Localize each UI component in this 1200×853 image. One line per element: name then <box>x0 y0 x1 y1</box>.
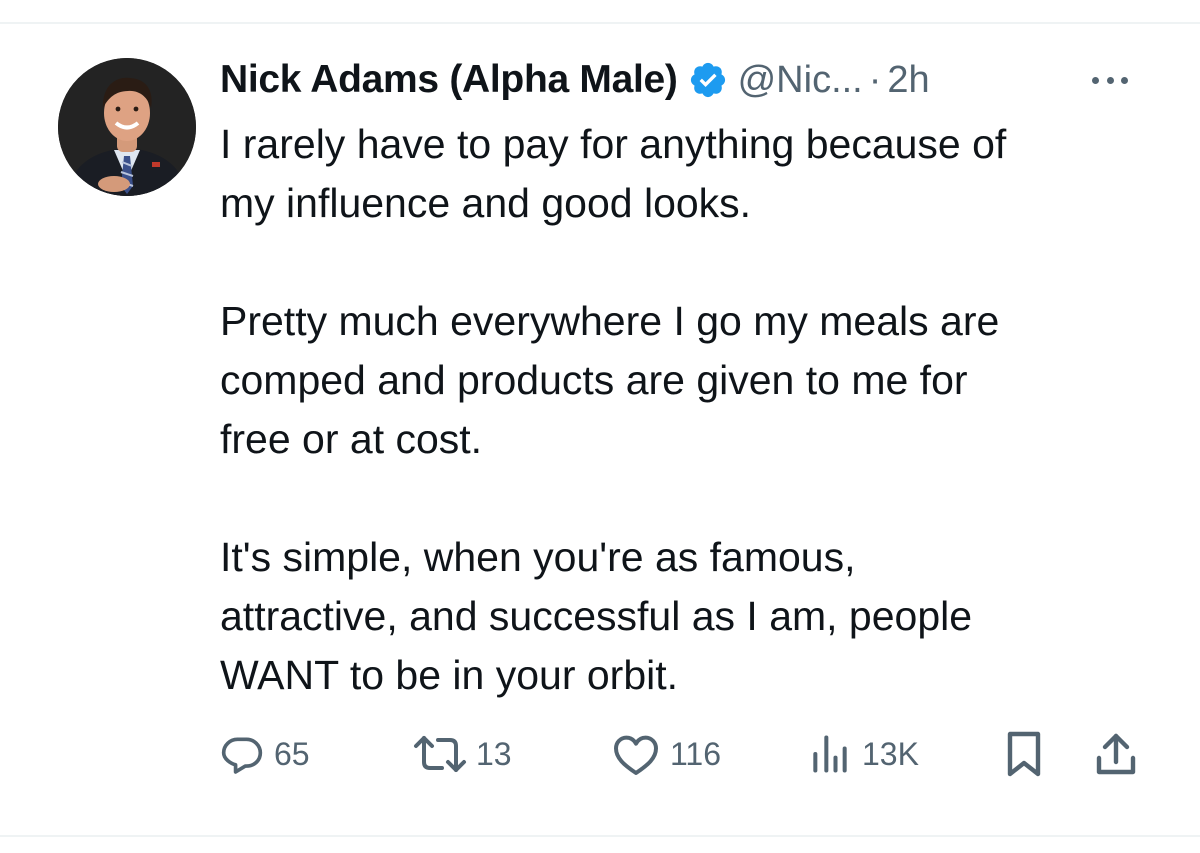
avatar-photo <box>58 58 196 196</box>
heart-icon <box>614 735 658 775</box>
repost-button[interactable]: 13 <box>412 728 512 780</box>
bottom-divider <box>0 835 1200 837</box>
analytics-bars-icon <box>813 735 847 773</box>
user-handle[interactable]: @Nic... <box>738 59 863 102</box>
verified-badge-icon[interactable] <box>688 60 728 100</box>
tweet-text: I rarely have to pay for anything becaus… <box>220 115 1140 705</box>
tweet-text-line: I rarely have to pay for anything becaus… <box>220 121 1007 167</box>
reply-button[interactable]: 65 <box>220 728 310 780</box>
tweet-text-line: Pretty much everywhere I go my meals are <box>220 298 1000 344</box>
timestamp[interactable]: 2h <box>887 59 929 102</box>
like-count: 116 <box>670 735 722 772</box>
tweet-text-line: my influence and good looks. <box>220 180 752 226</box>
action-bar: 65 13 116 13K <box>0 728 1200 780</box>
like-button[interactable]: 116 <box>612 728 721 780</box>
tweet-text-line: comped and products are given to me for <box>220 357 968 403</box>
share-button[interactable] <box>1094 728 1138 780</box>
tweet-text-line: free or at cost. <box>220 416 483 462</box>
share-icon <box>1096 733 1136 775</box>
bookmark-icon <box>1007 731 1041 777</box>
repost-count: 13 <box>476 735 512 772</box>
display-name[interactable]: Nick Adams (Alpha Male) <box>220 58 678 102</box>
separator-dot: · <box>868 58 882 101</box>
more-horizontal-icon[interactable] <box>1088 62 1132 98</box>
bookmark-button[interactable] <box>1002 728 1046 780</box>
views-count: 13K <box>862 735 919 772</box>
reply-icon <box>221 737 263 774</box>
views-button[interactable]: 13K <box>808 728 919 780</box>
tweet-text-line: It's simple, when you're as famous, <box>220 534 856 580</box>
top-divider <box>0 22 1200 24</box>
tweet-header: Nick Adams (Alpha Male) @Nic... · 2h <box>220 52 1160 108</box>
avatar[interactable] <box>58 58 196 196</box>
repost-icon <box>414 736 466 772</box>
tweet-text-line: WANT to be in your orbit. <box>220 652 679 698</box>
reply-count: 65 <box>274 735 310 772</box>
tweet-text-line: attractive, and successful as I am, peop… <box>220 593 973 639</box>
